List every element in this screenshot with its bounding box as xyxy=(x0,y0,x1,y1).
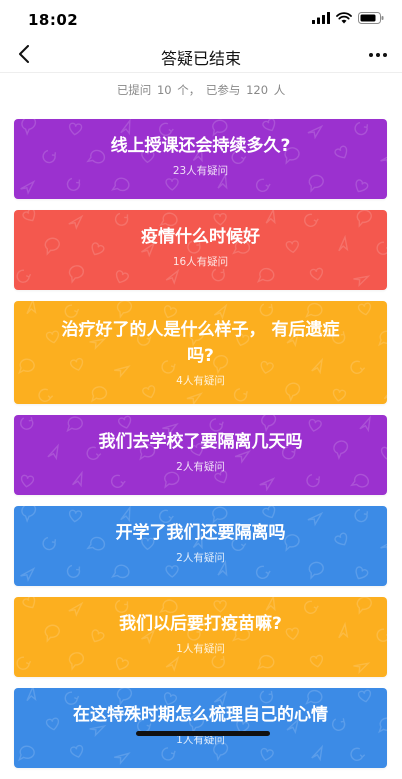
wifi-icon xyxy=(336,12,352,24)
question-title: 在这特殊时期怎么梳理自己的心情 xyxy=(14,688,387,728)
pattern-doodle xyxy=(353,179,369,194)
question-list: 线上授课还会持续多久? 23人有疑问 疫情什么时候好 16人有疑问 治疗好了的人… xyxy=(14,119,387,779)
pattern-doodle xyxy=(260,748,274,761)
pattern-doodle xyxy=(92,386,107,401)
pattern-doodle xyxy=(310,268,324,281)
question-count: 2人有疑问 xyxy=(14,550,387,565)
pattern-doodle xyxy=(186,390,201,404)
question-title: 线上授课还会持续多久? xyxy=(14,119,387,159)
pattern-doodle xyxy=(20,567,34,581)
pattern-doodle xyxy=(352,271,368,287)
pattern-doodle xyxy=(349,746,366,763)
pattern-doodle xyxy=(255,178,270,193)
question-card[interactable]: 在这特殊时期怎么梳理自己的心情 1人有疑问 xyxy=(14,688,387,768)
status-bar: 18:02 xyxy=(0,0,402,38)
question-card[interactable]: 我们以后要打疫苗嘛? 1人有疑问 xyxy=(14,597,387,677)
question-count: 2人有疑问 xyxy=(14,459,387,474)
pattern-doodle xyxy=(112,176,130,195)
pattern-doodle xyxy=(16,269,31,283)
question-title: 治疗好了的人是什么样子， 有后遗症吗? xyxy=(14,301,387,369)
pattern-doodle xyxy=(258,654,275,671)
nav-bar: 答疑已结束 xyxy=(0,38,402,73)
question-count: 1人有疑问 xyxy=(14,641,387,656)
pattern-doodle xyxy=(258,267,275,284)
asked-label: 已提问 xyxy=(117,83,152,97)
question-card[interactable]: 我们去学校了要隔离几天吗 2人有疑问 xyxy=(14,415,387,495)
pattern-doodle xyxy=(310,747,324,761)
question-card[interactable]: 治疗好了的人是什么样子， 有后遗症吗? 4人有疑问 xyxy=(14,301,387,404)
pattern-doodle xyxy=(352,658,368,674)
signal-icon xyxy=(312,12,330,24)
pattern-doodle xyxy=(37,387,54,404)
joined-count: 120 xyxy=(246,83,268,97)
question-title: 疫情什么时候好 xyxy=(14,210,387,250)
pattern-doodle xyxy=(351,472,370,491)
question-count: 23人有疑问 xyxy=(14,163,387,178)
page-title: 答疑已结束 xyxy=(0,45,402,69)
pattern-doodle xyxy=(382,387,387,402)
pattern-doodle xyxy=(16,656,31,670)
question-title: 我们去学校了要隔离几天吗 xyxy=(14,415,387,455)
pattern-doodle xyxy=(166,566,178,577)
pattern-doodle xyxy=(166,271,178,283)
asked-unit: 个， xyxy=(177,83,200,97)
pattern-doodle xyxy=(20,475,33,488)
question-summary: 已提问 10 个， 已参与 120 人 xyxy=(0,82,402,98)
pattern-doodle xyxy=(70,473,85,488)
question-title: 我们以后要打疫苗嘛? xyxy=(14,597,387,637)
pattern-doodle xyxy=(234,388,248,401)
asked-count: 10 xyxy=(157,83,172,97)
joined-label: 已参与 xyxy=(206,83,241,97)
home-indicator xyxy=(136,731,270,736)
pattern-doodle xyxy=(110,474,127,490)
question-card[interactable]: 开学了我们还要隔离吗 2人有疑问 xyxy=(14,506,387,586)
pattern-doodle xyxy=(255,565,270,580)
battery-icon xyxy=(358,12,384,24)
question-title: 开学了我们还要隔离吗 xyxy=(14,506,387,546)
status-icons xyxy=(312,12,384,24)
pattern-doodle xyxy=(66,177,82,192)
pattern-doodle xyxy=(114,657,129,672)
question-count: 16人有疑问 xyxy=(14,254,387,269)
pattern-doodle xyxy=(165,472,179,487)
pattern-doodle xyxy=(114,270,129,285)
question-card[interactable]: 线上授课还会持续多久? 23人有疑问 xyxy=(14,119,387,199)
question-count: 4人有疑问 xyxy=(14,373,387,388)
pattern-doodle xyxy=(310,655,324,668)
pattern-doodle xyxy=(113,749,129,765)
status-time: 18:02 xyxy=(28,11,78,29)
pattern-doodle xyxy=(166,179,178,190)
question-card[interactable]: 疫情什么时候好 16人有疑问 xyxy=(14,210,387,290)
pattern-doodle xyxy=(112,563,130,582)
pattern-doodle xyxy=(259,476,273,490)
pattern-doodle xyxy=(162,748,175,760)
pattern-doodle xyxy=(353,566,369,581)
pattern-doodle xyxy=(66,564,82,579)
pattern-doodle xyxy=(332,389,346,402)
pattern-doodle xyxy=(306,473,321,487)
more-icon xyxy=(368,52,388,58)
more-button[interactable] xyxy=(364,41,392,69)
pattern-doodle xyxy=(20,180,34,194)
joined-unit: 人 xyxy=(274,83,286,97)
pattern-doodle xyxy=(19,745,35,761)
pattern-doodle xyxy=(166,658,178,670)
